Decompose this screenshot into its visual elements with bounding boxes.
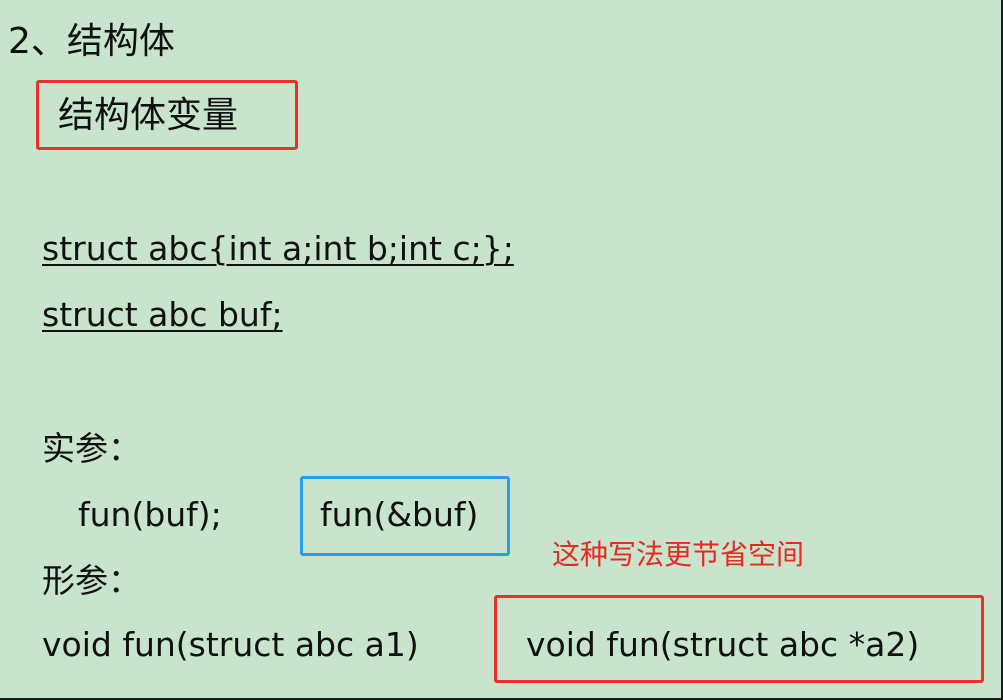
call-by-value: fun(buf); <box>78 495 222 534</box>
slide: 2、结构体 结构体变量 struct abc{int a;int b;int c… <box>0 0 1003 700</box>
slide-subtitle: 结构体变量 <box>58 95 239 136</box>
prototype-by-pointer: void fun(struct abc *a2) <box>526 625 920 664</box>
call-by-address: fun(&buf) <box>320 495 479 534</box>
annotation-note: 这种写法更节省空间 <box>552 538 805 571</box>
actual-parameter-label: 实参： <box>42 429 141 468</box>
formal-parameter-label: 形参： <box>42 561 141 600</box>
slide-heading: 2、结构体 <box>8 21 175 62</box>
code-line-struct-definition: struct abc{int a;int b;int c;}; <box>42 229 514 268</box>
code-line-struct-variable: struct abc buf; <box>42 295 283 334</box>
prototype-by-value: void fun(struct abc a1) <box>42 625 419 664</box>
